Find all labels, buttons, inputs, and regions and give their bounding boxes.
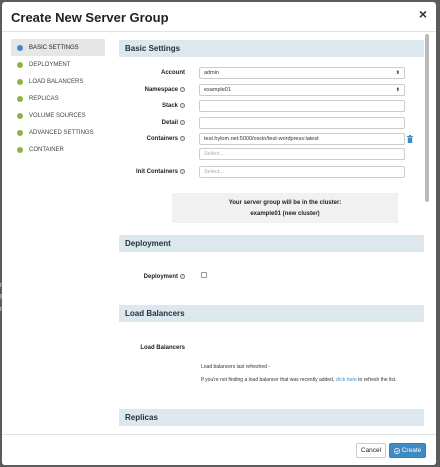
nav-item-basic-settings[interactable]: BASIC SETTINGS [11,39,105,56]
nav-item-replicas[interactable]: REPLICAS [11,90,105,107]
hint-text-after: to refresh the list. [358,377,397,383]
detail-label: Detail? [119,120,185,126]
content-scrollbar[interactable] [425,34,429,202]
select-caret-icon: ⬍ [395,87,400,93]
init-containers-placeholder: Select... [204,169,224,175]
deployment-checkbox[interactable] [201,272,207,278]
cluster-name: example01 (new cluster) [250,211,320,217]
create-button-label: Create [401,447,422,454]
nav-item-container[interactable]: CONTAINER [11,141,105,158]
cluster-info-line: Your server group will be in the cluster… [228,200,342,206]
nav-item-label: REPLICAS [29,95,59,102]
section-header-replicas: Replicas [119,409,424,426]
account-select[interactable]: admin ⬍ [199,67,405,79]
load-balancers-label-text: Load Balancers [140,345,185,351]
status-dot-icon [17,146,23,153]
namespace-value: example01 [204,87,231,93]
wizard-nav: BASIC SETTINGS DEPLOYMENT LOAD BALANCERS… [11,39,105,158]
account-label-text: Account [161,70,185,76]
containers-label: Containers? [119,136,185,142]
load-balancers-hint: If you're not finding a load balancer th… [201,377,397,383]
account-value: admin [204,70,219,76]
container-value: test.hylom.net:5000/oscin/test-wordpress… [204,136,319,142]
container-entry[interactable]: test.hylom.net:5000/oscin/test-wordpress… [199,133,405,145]
init-containers-label: Init Containers? [119,169,185,175]
cancel-button[interactable]: Cancel [356,443,386,458]
stack-label: Stack? [119,103,185,109]
containers-label-text: Containers [146,136,178,143]
help-icon[interactable]: ? [180,169,185,174]
nav-item-deployment[interactable]: DEPLOYMENT [11,56,105,73]
status-dot-icon [17,44,23,51]
init-containers-label-text: Init Containers [135,169,178,176]
stack-input[interactable] [199,100,405,112]
nav-item-volume-sources[interactable]: VOLUME SOURCES [11,107,105,124]
section-header-basic-settings: Basic Settings [119,40,424,57]
status-dot-icon [17,129,23,136]
modal-title: Create New Server Group [11,10,169,25]
deployment-label-text: Deployment [143,274,178,281]
nav-item-label: DEPLOYMENT [29,61,71,68]
namespace-label-text: Namespace [144,87,178,94]
nav-item-label: VOLUME SOURCES [29,112,86,119]
detail-label-text: Detail [161,120,178,127]
help-icon[interactable]: ? [180,274,185,279]
section-header-deployment: Deployment [119,235,424,252]
refresh-link[interactable]: click here [336,377,357,383]
status-dot-icon [17,61,23,68]
namespace-select[interactable]: example01 ⬍ [199,84,405,96]
help-icon[interactable]: ? [180,136,185,141]
section-header-load-balancers: Load Balancers [119,305,424,322]
namespace-label: Namespace? [119,87,185,93]
status-dot-icon [17,95,23,102]
nav-item-load-balancers[interactable]: LOAD BALANCERS [11,73,105,90]
create-server-group-modal: Create New Server Group × BASIC SETTINGS… [2,2,436,465]
deployment-label: Deployment? [119,274,185,280]
status-dot-icon [17,112,23,119]
help-icon[interactable]: ? [180,103,185,108]
load-balancers-label: Load Balancers [119,345,185,351]
modal-footer: Cancel Create [2,434,436,465]
containers-placeholder: Select... [204,151,224,157]
nav-item-label: CONTAINER [29,146,64,153]
account-label: Account [119,70,185,76]
nav-item-label: LOAD BALANCERS [29,78,84,85]
cluster-info-box: Your server group will be in the cluster… [172,193,398,223]
select-caret-icon: ⬍ [395,70,400,76]
detail-input[interactable] [199,117,405,129]
nav-item-advanced-settings[interactable]: ADVANCED SETTINGS [11,124,105,141]
help-icon[interactable]: ? [180,87,185,92]
stack-label-text: Stack [161,103,178,110]
load-balancers-refreshed: Load balancers last refreshed - [201,364,270,370]
status-dot-icon [17,78,23,85]
cancel-button-label: Cancel [360,447,382,454]
modal-header: Create New Server Group × [2,2,436,32]
trash-icon[interactable] [407,135,413,143]
nav-item-label: BASIC SETTINGS [29,44,79,51]
hint-text-before: If you're not finding a load balancer th… [201,377,335,383]
help-icon[interactable]: ? [180,120,185,125]
form-content[interactable]: Basic Settings Account admin ⬍ Namespace… [119,34,429,434]
close-icon[interactable]: × [419,7,427,21]
init-containers-select[interactable]: Select... [199,166,405,178]
nav-item-label: ADVANCED SETTINGS [29,129,94,136]
containers-select[interactable]: Select... [199,148,405,160]
create-button[interactable]: Create [389,443,426,458]
check-circle-icon [393,447,400,454]
